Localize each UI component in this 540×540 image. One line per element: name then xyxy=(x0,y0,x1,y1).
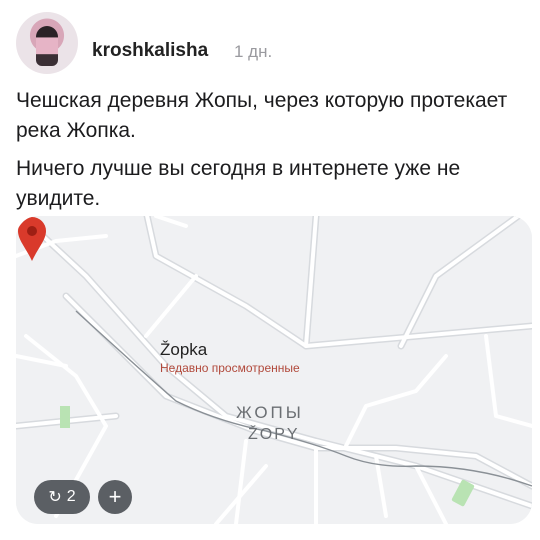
avatar[interactable] xyxy=(16,12,78,74)
post-time: 1 дн. xyxy=(234,42,273,61)
add-button[interactable]: + xyxy=(98,480,132,514)
post-paragraph: Чешская деревня Жопы, через которую прот… xyxy=(16,89,508,142)
post-text: Чешская деревня Жопы, через которую прот… xyxy=(16,86,531,222)
pin-sublabel: Недавно просмотренные xyxy=(160,361,300,375)
repost-icon: ↻ xyxy=(48,489,62,506)
map-pin-icon[interactable] xyxy=(16,216,48,262)
post-paragraph: Ничего лучше вы сегодня в интернете уже … xyxy=(16,157,461,210)
village-label-cyrillic: ЖОПЫ xyxy=(236,403,304,422)
post-header: kroshkalisha 1 дн. xyxy=(16,12,524,74)
plus-icon: + xyxy=(108,484,122,509)
pin-label[interactable]: Žopka xyxy=(160,340,207,360)
map-image[interactable]: Žopka Недавно просмотренные ЖОПЫ ŽOPY ↻ … xyxy=(16,216,532,524)
repost-count: 2 xyxy=(66,488,76,505)
map-green-area xyxy=(60,406,70,428)
village-label-latin: ŽOPY xyxy=(248,426,300,443)
username[interactable]: kroshkalisha xyxy=(92,40,208,62)
repost-button[interactable]: ↻ 2 xyxy=(34,480,90,514)
